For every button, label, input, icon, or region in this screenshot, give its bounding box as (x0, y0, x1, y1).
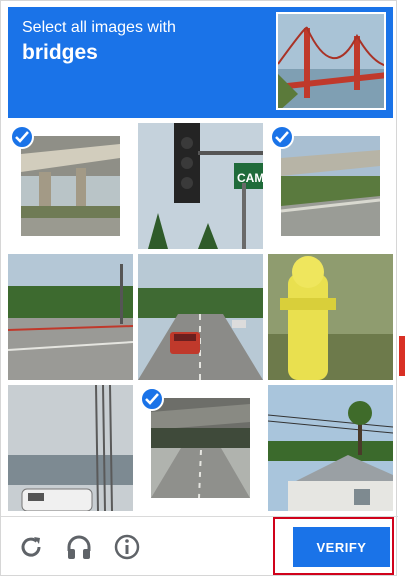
captcha-widget: Select all images with bridges CAM VERIF… (0, 0, 398, 577)
challenge-footer: VERIFY (1, 516, 398, 577)
checkmark-icon (140, 387, 164, 411)
image-tile-highway-bridge[interactable] (268, 123, 393, 249)
challenge-header: Select all images with bridges (8, 7, 393, 118)
checkmark-icon (270, 125, 294, 149)
image-tile-fire-hydrant[interactable] (268, 254, 393, 380)
image-tile-intersection[interactable] (8, 254, 133, 380)
tile-image (281, 136, 380, 236)
edge-indicator (399, 336, 405, 376)
sample-image (276, 12, 386, 110)
headphones-icon[interactable] (65, 533, 93, 561)
instruction-target: bridges (22, 41, 98, 64)
image-tile-house-palms[interactable] (268, 385, 393, 511)
image-tile-wires-van[interactable] (8, 385, 133, 511)
info-icon[interactable] (113, 533, 141, 561)
reload-icon[interactable] (17, 533, 45, 561)
image-tile-road-under-bridge[interactable] (138, 385, 263, 511)
verify-button[interactable]: VERIFY (293, 527, 390, 567)
image-tile-overpass[interactable] (8, 123, 133, 249)
tile-image (151, 398, 250, 498)
tile-image (21, 136, 120, 236)
instruction-text: Select all images with (22, 19, 176, 36)
street-sign-text: CAMI (237, 171, 263, 185)
image-tile-traffic-light[interactable]: CAMI (138, 123, 263, 249)
image-grid: CAMI (8, 123, 393, 513)
image-tile-red-car[interactable] (138, 254, 263, 380)
checkmark-icon (10, 125, 34, 149)
